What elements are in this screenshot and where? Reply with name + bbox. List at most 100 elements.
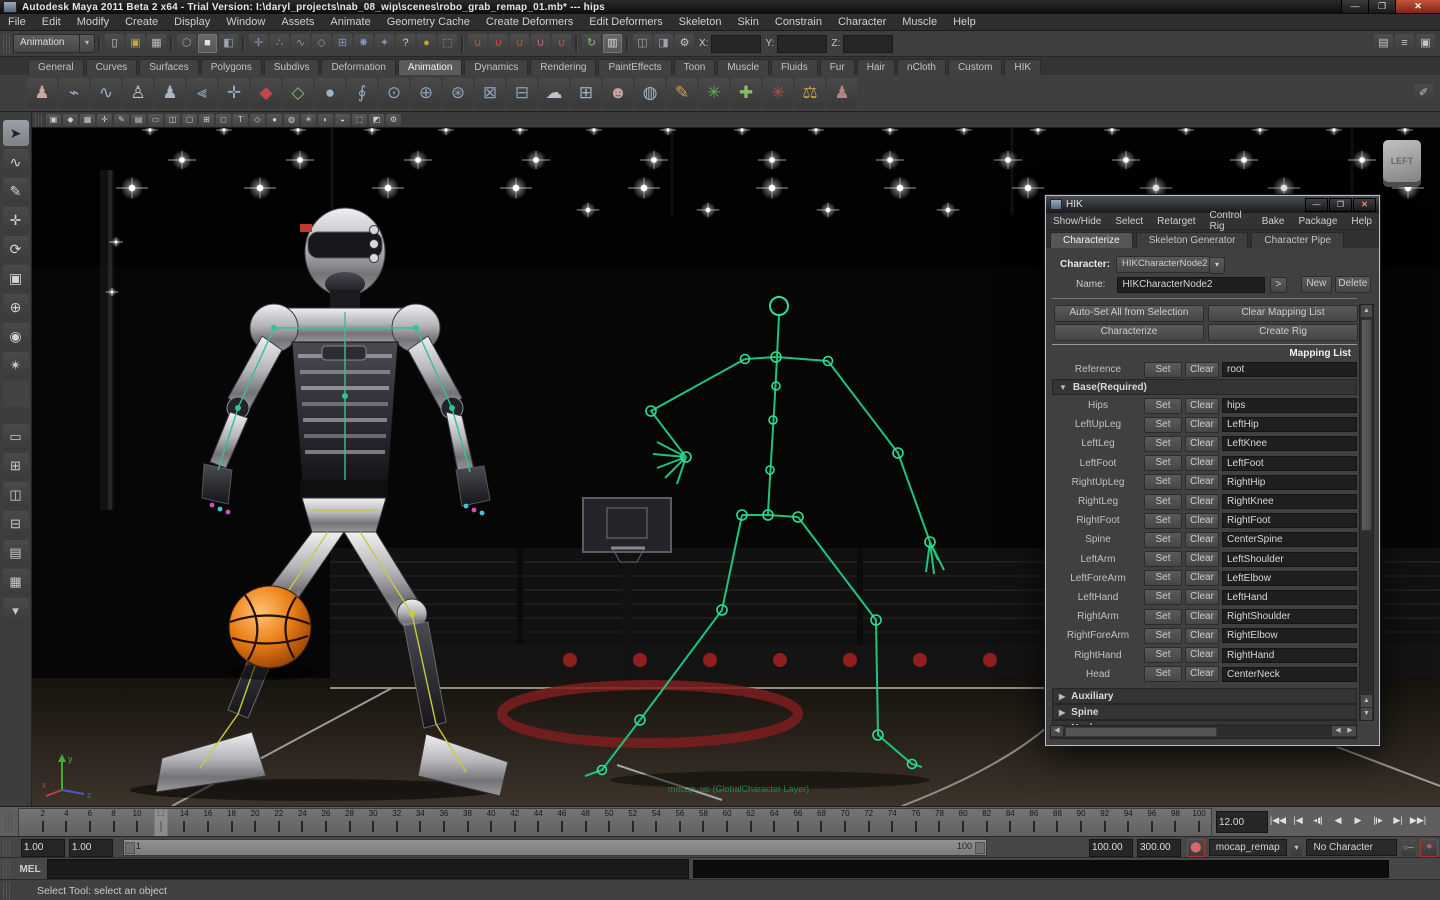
characterize-button[interactable]: Characterize	[1054, 324, 1204, 341]
mapping-value-field[interactable]: LeftElbow	[1222, 570, 1357, 586]
set-button[interactable]: Set	[1144, 512, 1182, 529]
set-button[interactable]: Set	[1144, 397, 1182, 414]
set-button[interactable]: Set	[1144, 551, 1182, 568]
mapping-value-field[interactable]: root	[1222, 362, 1357, 378]
hik-horizontal-scrollbar[interactable]: ◀ ◀ ▶	[1050, 725, 1357, 739]
clear-button[interactable]: Clear	[1185, 474, 1219, 491]
clear-button[interactable]: Clear	[1185, 627, 1219, 644]
section-header-spine[interactable]: ▶ Spine	[1052, 704, 1357, 720]
vp-xray-icon[interactable]: ◩	[369, 113, 384, 126]
shelf-tab-subdivs[interactable]: Subdivs	[263, 59, 320, 75]
coordinate-input-z[interactable]	[843, 34, 894, 53]
key-icon[interactable]: ○─	[1400, 839, 1417, 856]
status-line-grip[interactable]	[3, 33, 10, 54]
save-scene-icon[interactable]: ▦	[147, 34, 166, 53]
shelf-tab-hik[interactable]: HIK	[1004, 59, 1042, 75]
shelf-cross-icon[interactable]: ✚	[731, 78, 761, 108]
vp-shadows-icon[interactable]: ◐	[318, 113, 333, 126]
set-button[interactable]: Set	[1144, 455, 1182, 472]
hik-menu-retarget[interactable]: Retarget	[1150, 216, 1202, 227]
shelf-tab-deformation[interactable]: Deformation	[321, 59, 396, 75]
shelf-tab-polygons[interactable]: Polygons	[200, 59, 262, 75]
vp-bookmark-icon[interactable]: ◆	[63, 113, 78, 126]
menu-file[interactable]: File	[0, 14, 34, 30]
section-header-auxiliary[interactable]: ▶ Auxiliary	[1052, 688, 1357, 704]
hik-minimize-button[interactable]: —	[1305, 197, 1328, 212]
scrollbar-thumb[interactable]	[1065, 727, 1217, 737]
shelf-set-breakdown-icon[interactable]: ◇	[283, 78, 313, 108]
command-line-input[interactable]	[47, 859, 689, 879]
snap-to-point-icon[interactable]: ∪	[510, 34, 529, 53]
shelf-ik-fk-blend-icon[interactable]: ⚖	[795, 78, 825, 108]
shelf-character-icon[interactable]: ♙	[123, 78, 153, 108]
mapping-value-field[interactable]: hips	[1222, 398, 1357, 414]
show-layer-editor-icon[interactable]: ≡	[1395, 34, 1414, 53]
time-ruler[interactable]: 2468101214161820222426283032343638404244…	[18, 808, 1212, 837]
time-slider[interactable]: 2468101214161820222426283032343638404244…	[0, 806, 1440, 837]
set-button[interactable]: Set	[1144, 435, 1182, 452]
paint-select-tool[interactable]: ✎	[2, 178, 29, 204]
play-backward-button[interactable]: ◀	[1328, 810, 1348, 830]
set-button[interactable]: Set	[1144, 493, 1182, 510]
lasso-select-tool[interactable]: ∿	[2, 149, 29, 175]
shelf-tab-animation[interactable]: Animation	[397, 59, 463, 75]
mapping-value-field[interactable]: RightKnee	[1222, 494, 1357, 510]
layout-persp-outliner[interactable]: ▤	[2, 540, 29, 566]
open-scene-icon[interactable]: ▣	[126, 34, 145, 53]
mask-deformations-icon[interactable]: ⊞	[333, 34, 352, 53]
animation-end-field[interactable]	[1136, 838, 1181, 857]
mapping-value-field[interactable]: LeftShoulder	[1222, 551, 1357, 567]
animation-preferences-icon[interactable]: ✶	[1420, 838, 1439, 857]
shelf-pose-icon[interactable]: ♟	[827, 78, 857, 108]
mapping-value-field[interactable]: CenterNeck	[1222, 666, 1357, 682]
layout-four-pane[interactable]: ⊞	[2, 453, 29, 479]
show-attribute-editor-icon[interactable]: ▣	[1416, 34, 1435, 53]
vp-resolution-gate-icon[interactable]: ◫	[165, 113, 180, 126]
menu-assets[interactable]: Assets	[273, 14, 322, 30]
shelf-tab-muscle[interactable]: Muscle	[717, 59, 770, 75]
clear-button[interactable]: Clear	[1185, 493, 1219, 510]
mapping-value-field[interactable]: LeftHand	[1222, 589, 1357, 605]
mapping-value-field[interactable]: RightHand	[1222, 647, 1357, 663]
shelf-mirror-joint-icon[interactable]: ⫷	[187, 78, 217, 108]
shelf-tab-dynamics[interactable]: Dynamics	[464, 59, 529, 75]
layout-hypergraph-persp[interactable]: ▦	[2, 569, 29, 595]
go-to-end-button[interactable]: ▶▶|	[1408, 810, 1428, 830]
shelf-tab-surfaces[interactable]: Surfaces	[139, 59, 199, 75]
shelf-tab-curves[interactable]: Curves	[85, 59, 138, 75]
shelf-constraint-parent-icon[interactable]: ⊟	[507, 78, 537, 108]
base-required-section-header[interactable]: ▼ Base(Required)	[1052, 379, 1357, 395]
current-frame-playhead[interactable]	[154, 809, 168, 836]
mask-surfaces-icon[interactable]: ◇	[312, 34, 331, 53]
shelf-ik-spline-icon[interactable]: ∿	[91, 78, 121, 108]
menu-create-deformers[interactable]: Create Deformers	[478, 14, 581, 30]
step-forward-key-button[interactable]: |▶	[1368, 810, 1388, 830]
mask-handles-icon[interactable]: ✛	[249, 34, 268, 53]
snap-to-projected-center-icon[interactable]: ∪	[531, 34, 550, 53]
vp-gate-mask-icon[interactable]: ▢	[182, 113, 197, 126]
shelf-set-key-icon[interactable]: ◆	[251, 78, 281, 108]
hik-vertical-scrollbar[interactable]: ▲ ▲ ▼	[1359, 304, 1374, 721]
ipr-render-icon[interactable]: ◨	[654, 34, 673, 53]
range-row-grip[interactable]	[3, 839, 10, 856]
shelf-paint-weights-icon[interactable]: ✎	[667, 78, 697, 108]
scale-tool[interactable]: ▣	[2, 265, 29, 291]
shelf-constraint-aim-icon[interactable]: ⊕	[411, 78, 441, 108]
hik-tab-character-pipe[interactable]: Character Pipe	[1251, 232, 1345, 249]
menu-geometry-cache[interactable]: Geometry Cache	[379, 14, 478, 30]
menu-animate[interactable]: Animate	[322, 14, 378, 30]
set-button[interactable]: Set	[1144, 608, 1182, 625]
vp-film-gate-icon[interactable]: ▭	[148, 113, 163, 126]
mapping-value-field[interactable]: LeftKnee	[1222, 436, 1357, 452]
step-back-frame-button[interactable]: |◀	[1288, 810, 1308, 830]
help-line-grip[interactable]	[3, 882, 10, 899]
render-settings-icon[interactable]: ⚙	[675, 34, 694, 53]
construction-history-icon[interactable]: ↻	[582, 34, 601, 53]
clear-button[interactable]: Clear	[1185, 361, 1219, 378]
maximize-button[interactable]: ❐	[1368, 0, 1395, 13]
playback-start-field[interactable]	[68, 838, 113, 857]
list-input-operations-icon[interactable]: ▥	[603, 34, 622, 53]
last-tool-slot[interactable]	[2, 381, 29, 407]
current-time-field[interactable]	[1216, 811, 1268, 833]
rotate-tool[interactable]: ⟳	[2, 236, 29, 262]
